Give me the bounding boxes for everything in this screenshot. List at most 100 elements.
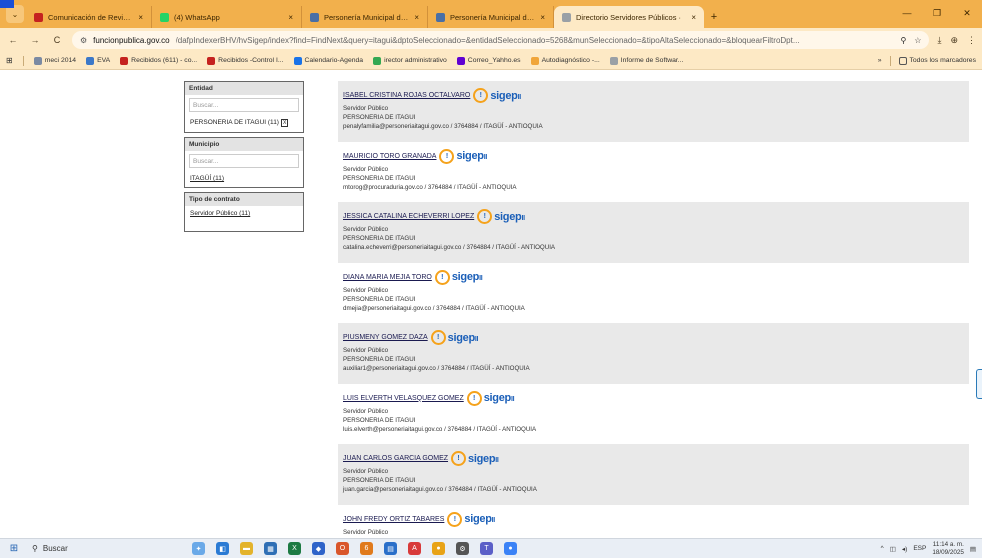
zoom-icon[interactable]: ⚲: [900, 36, 906, 45]
bookmark-item[interactable]: Informe de Softwar...: [609, 56, 683, 65]
municipio-option[interactable]: ITAGÜÍ (11): [185, 171, 303, 187]
result-card: PIUSMENY GOMEZ DAZA! sigepII Servidor Públ…: [338, 323, 969, 384]
reload-button[interactable]: C: [50, 35, 64, 45]
bookmark-star-icon[interactable]: ☆: [914, 36, 921, 45]
bookmark-item[interactable]: Recibidos (611) - co...: [120, 56, 197, 65]
sigep-logo-icon[interactable]: ! sigepII: [466, 390, 515, 406]
close-tab-icon[interactable]: ×: [288, 13, 293, 22]
new-tab-button[interactable]: +: [704, 6, 724, 28]
result-entity: PERSONERIA DE ITAGUI: [343, 235, 416, 242]
sigep-logo-icon[interactable]: ! sigepII: [473, 88, 521, 103]
maximize-button[interactable]: ❐: [922, 0, 952, 26]
person-name-link[interactable]: JUAN CARLOS GARCIA GOMEZ: [343, 455, 448, 462]
notifications-icon[interactable]: ▤: [970, 545, 976, 553]
bookmark-item[interactable]: EVA: [86, 56, 110, 65]
side-widget-handle[interactable]: [976, 369, 982, 399]
menu-icon[interactable]: ⋮: [967, 35, 976, 46]
browser-toolbar: ← → C ⚙ funcionpublica.gov.co /dafpIndex…: [0, 28, 982, 52]
download-icon[interactable]: ⤓: [937, 35, 941, 46]
copilot-icon[interactable]: ✦: [192, 542, 205, 555]
volume-icon[interactable]: ◂): [902, 545, 907, 553]
municipio-search-input[interactable]: Buscar...: [189, 154, 299, 168]
result-name-row: DIANA MARIA MEJIA TORO! sigepII: [343, 269, 964, 286]
maps-icon[interactable]: ◆: [312, 542, 325, 555]
bookmark-item[interactable]: Correo_Yahho.es: [456, 56, 521, 65]
close-tab-icon[interactable]: ×: [540, 13, 545, 22]
all-bookmarks-folder[interactable]: Todos los marcadores: [898, 56, 976, 65]
bookmark-item[interactable]: Autodiagnóstico -...: [530, 56, 600, 65]
sigep-word: sigepII: [456, 150, 487, 162]
settings-icon[interactable]: ⚙: [456, 542, 469, 555]
clock-time: 11:14 a. m.: [932, 541, 964, 548]
browser-tab[interactable]: (4) WhatsApp ×: [152, 6, 302, 28]
bookmark-item[interactable]: Recibidos -Control I...: [207, 56, 284, 65]
outlook-icon[interactable]: O: [336, 542, 349, 555]
excel-icon[interactable]: X: [288, 542, 301, 555]
back-button[interactable]: ←: [6, 35, 20, 45]
bookmark-label: Correo_Yahho.es: [467, 57, 521, 64]
sigep-ring: !: [447, 511, 463, 527]
sigep-logo-icon[interactable]: ! sigepII: [434, 269, 483, 285]
browser-tab[interactable]: Comunicación de Revisión y re ×: [26, 6, 152, 28]
person-name-link[interactable]: LUIS ELVERTH VELASQUEZ GOMEZ: [343, 395, 464, 402]
entidad-search-input[interactable]: Buscar...: [189, 98, 299, 112]
bookmark-item[interactable]: Calendario-Agenda: [293, 56, 363, 65]
sigep-word: sigepII: [448, 332, 479, 344]
bookmark-item[interactable]: irector administrativo: [373, 56, 447, 65]
browser-tab[interactable]: Personería Municipal de Itagüí ×: [302, 6, 428, 28]
sigep-logo-icon[interactable]: ! sigepII: [451, 451, 499, 466]
close-tab-icon[interactable]: ×: [138, 13, 143, 22]
office-icon[interactable]: 6: [360, 542, 373, 555]
site-info-icon[interactable]: ⚙: [80, 36, 87, 45]
forward-button[interactable]: →: [28, 35, 42, 45]
result-name-row: JESSICA CATALINA ECHEVERRI LOPEZ! sigepII: [343, 208, 964, 225]
browser-tab[interactable]: Directorio Servidores Públicos · ×: [554, 6, 704, 28]
taskbar-search[interactable]: ⚲ Buscar: [32, 541, 152, 557]
close-tab-icon[interactable]: ×: [691, 13, 696, 22]
bookmark-item[interactable]: meci 2014: [33, 56, 76, 65]
sigep-logo-icon[interactable]: ! sigepII: [477, 209, 525, 224]
widgets-icon[interactable]: ◧: [216, 542, 229, 555]
more-bookmarks-button[interactable]: »: [878, 57, 882, 64]
sigep-word-text: sigep: [490, 89, 518, 102]
result-role: Servidor Público: [343, 528, 389, 536]
clock[interactable]: 11:14 a. m. 18/09/2025: [932, 541, 964, 556]
minimize-button[interactable]: —: [892, 0, 922, 26]
sigep-word-text: sigep: [468, 452, 496, 465]
person-name-link[interactable]: DIANA MARIA MEJIA TORO: [343, 274, 432, 281]
sigep-logo-icon[interactable]: ! sigepII: [447, 511, 495, 527]
taskview-icon[interactable]: ▦: [264, 542, 277, 555]
result-entity: PERSONERIA DE ITAGUI: [343, 356, 416, 363]
sigep-logo-icon[interactable]: ! sigepII: [430, 330, 479, 345]
tipo-contrato-option[interactable]: Servidor Público (11): [185, 206, 303, 231]
result-role: Servidor Público: [343, 347, 389, 354]
person-name-link[interactable]: PIUSMENY GOMEZ DAZA: [343, 334, 428, 341]
sigep-logo-icon[interactable]: ! sigepII: [439, 148, 487, 164]
address-bar[interactable]: ⚙ funcionpublica.gov.co /dafpIndexerBHV/…: [72, 31, 930, 49]
chrome-icon[interactable]: ●: [432, 542, 445, 555]
apps-grid-icon[interactable]: ⊞: [6, 56, 13, 65]
close-window-button[interactable]: ✕: [952, 0, 982, 26]
extensions-icon[interactable]: ⊕: [950, 35, 958, 46]
person-name-link[interactable]: JESSICA CATALINA ECHEVERRI LOPEZ: [343, 213, 474, 220]
store-icon[interactable]: ▤: [384, 542, 397, 555]
tab-label: Comunicación de Revisión y re: [48, 12, 133, 22]
result-card: JESSICA CATALINA ECHEVERRI LOPEZ! sigepII…: [338, 202, 969, 263]
crest-icon: [310, 12, 319, 22]
taskbar-apps: ✦ ◧ ▬ ▦ X ◆ O 6 ▤ A ● ⚙ T ●: [192, 542, 517, 555]
browser-tab[interactable]: Personería Municipal de Itagüí ×: [428, 6, 554, 28]
person-name-link[interactable]: ISABEL CRISTINA ROJAS OCTALVARO: [343, 92, 470, 99]
chrome-active-icon[interactable]: ●: [504, 542, 517, 555]
teams-icon[interactable]: T: [480, 542, 493, 555]
windows-icon[interactable]: ⊞: [0, 543, 28, 554]
language-indicator[interactable]: ESP: [913, 545, 926, 552]
person-name-link[interactable]: JOHN FREDY ORTIZ TABARES: [343, 516, 444, 523]
remove-filter-icon[interactable]: X: [280, 119, 289, 127]
network-icon[interactable]: ◫: [890, 545, 896, 553]
tray-chevron-icon[interactable]: ^: [881, 545, 884, 552]
close-tab-icon[interactable]: ×: [414, 13, 419, 22]
file-explorer-icon[interactable]: ▬: [240, 542, 253, 555]
acrobat-icon[interactable]: A: [408, 542, 421, 555]
eva-icon: [86, 56, 95, 65]
person-name-link[interactable]: MAURICIO TORO GRANADA: [343, 153, 436, 160]
